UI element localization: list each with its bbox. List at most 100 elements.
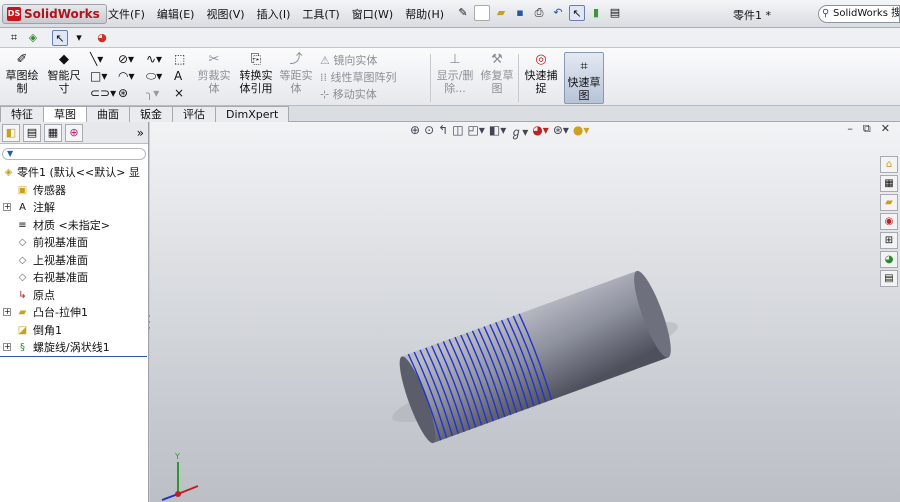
- quick-snaps-button[interactable]: ◎ 快速捕捉: [522, 52, 560, 95]
- menu-bar: 文件(F) 编辑(E) 视图(V) 插入(I) 工具(T) 窗口(W) 帮助(H…: [108, 6, 456, 22]
- arc-icon[interactable]: ◠▾: [118, 69, 135, 84]
- tree-item-sensors[interactable]: ▣ 传感器: [0, 182, 148, 200]
- relations-icon[interactable]: ◈: [25, 30, 41, 46]
- convert-entities-button[interactable]: ⎘ 转换实体引用: [236, 52, 276, 95]
- trim-label: 剪裁实体: [197, 69, 231, 95]
- linear-pattern-item[interactable]: ⁞⁞ 线性草图阵列: [320, 70, 397, 85]
- zoom-to-fit-icon[interactable]: ⊕: [410, 123, 420, 140]
- tree-item-origin[interactable]: ↳ 原点: [0, 287, 148, 305]
- edit-appearance-icon[interactable]: ◕▾: [532, 123, 549, 140]
- graphics-area[interactable]: ⊕ ⊙ ↰ ◫ ◰▾ ◧▾ ℊ▾ ◕▾ ⊛▾ ●▾ – ⧉ ✕ ⌂ ▦ ▰ ◉ …: [150, 122, 900, 502]
- ellipse-icon[interactable]: ⬭▾: [146, 69, 162, 84]
- trim-icon: ✂: [208, 52, 220, 67]
- search-results-icon[interactable]: ◉: [880, 213, 898, 230]
- appearances-icon[interactable]: ◕: [880, 251, 898, 268]
- quick-snap-icon: ◎: [535, 52, 547, 67]
- save-icon[interactable]: ▪: [512, 5, 528, 21]
- move-entities-item[interactable]: ⊹ 移动实体: [320, 87, 397, 102]
- polygon-icon[interactable]: ⊛: [118, 86, 135, 101]
- fillet-icon[interactable]: ╮▾: [146, 86, 162, 101]
- tree-item-helix[interactable]: + § 螺旋线/涡状线1: [0, 339, 147, 357]
- view-palette-icon[interactable]: ⊞: [880, 232, 898, 249]
- hide-show-items-icon[interactable]: ℊ▾: [510, 123, 528, 140]
- tree-root[interactable]: ◈ 零件1 (默认<<默认> 显: [0, 164, 148, 182]
- dropdown-icon[interactable]: ▾: [71, 30, 87, 46]
- appearance-icon[interactable]: ◕: [94, 30, 110, 46]
- rectangle-icon[interactable]: □▾: [90, 69, 116, 84]
- design-library-icon[interactable]: ▦: [880, 175, 898, 192]
- expand-toggle-icon[interactable]: +: [3, 203, 11, 211]
- restore-icon[interactable]: ⧉: [863, 122, 871, 136]
- tab-surfaces[interactable]: 曲面: [86, 106, 130, 122]
- circle-icon[interactable]: ⊘▾: [118, 52, 135, 67]
- display-style-icon[interactable]: ◧▾: [489, 123, 506, 140]
- undo-icon[interactable]: ↶: [550, 5, 566, 21]
- menu-edit[interactable]: 编辑(E): [157, 6, 195, 22]
- expand-toggle-icon[interactable]: +: [3, 343, 11, 351]
- configuration-manager-tab-icon[interactable]: ▦: [44, 123, 62, 142]
- tab-features[interactable]: 特征: [0, 106, 44, 122]
- view-settings-icon[interactable]: ●▾: [573, 123, 590, 140]
- apply-scene-icon[interactable]: ⊛▾: [553, 123, 569, 140]
- solidworks-logo[interactable]: DS SolidWorks: [2, 4, 107, 24]
- previous-view-icon[interactable]: ↰: [438, 123, 448, 140]
- slot-icon[interactable]: ⊂⊃▾: [90, 86, 116, 101]
- sketch-button[interactable]: ✐ 草图绘制: [4, 52, 40, 95]
- tree-item-material[interactable]: ≡ 材质 <未指定>: [0, 217, 148, 235]
- section-view-icon[interactable]: ◫: [452, 123, 463, 140]
- menu-view[interactable]: 视图(V): [206, 6, 244, 22]
- spline-icon[interactable]: ∿▾: [146, 52, 162, 67]
- zoom-area-icon[interactable]: ⊙: [424, 123, 434, 140]
- tree-item-label: 注解: [33, 201, 55, 214]
- property-manager-tab-icon[interactable]: ▤: [23, 123, 41, 142]
- expand-toggle-icon[interactable]: +: [3, 308, 11, 316]
- offset-entities-button[interactable]: ⤴ 等距实体: [276, 52, 316, 95]
- repair-sketch-button[interactable]: ⚒ 修复草图: [478, 52, 516, 95]
- custom-properties-icon[interactable]: ▤: [880, 270, 898, 287]
- tree-item-annotations[interactable]: + A 注解: [0, 199, 148, 217]
- view-orientation-icon[interactable]: ◰▾: [468, 123, 485, 140]
- tree-item-front-plane[interactable]: ◇ 前视基准面: [0, 234, 148, 252]
- options-icon[interactable]: ▤: [607, 5, 623, 21]
- resources-icon[interactable]: ⌂: [880, 156, 898, 173]
- menu-file[interactable]: 文件(F): [108, 6, 145, 22]
- open-folder-icon[interactable]: ▰: [493, 5, 509, 21]
- display-delete-relations-button[interactable]: ⊥ 显示/删除...: [436, 52, 474, 95]
- tab-evaluate[interactable]: 评估: [172, 106, 216, 122]
- select-arrow-icon[interactable]: ↖: [52, 30, 68, 46]
- pin-icon[interactable]: ✎: [455, 5, 471, 21]
- menu-window[interactable]: 窗口(W): [352, 6, 393, 22]
- minimize-icon[interactable]: –: [847, 122, 853, 136]
- tab-sketch[interactable]: 草图: [43, 106, 87, 122]
- print-icon[interactable]: ⎙: [531, 5, 547, 21]
- tree-filter-input[interactable]: ▼: [2, 148, 146, 160]
- cylinder-body: [399, 270, 671, 444]
- tree-item-extrude[interactable]: + ▰ 凸台-拉伸1: [0, 304, 148, 322]
- close-icon[interactable]: ✕: [881, 122, 890, 136]
- menu-help[interactable]: 帮助(H): [405, 6, 444, 22]
- smart-dimension-button[interactable]: ◆ 智能尺寸: [46, 52, 82, 95]
- feature-tree-tab-icon[interactable]: ◧: [2, 123, 20, 142]
- tree-item-top-plane[interactable]: ◇ 上视基准面: [0, 252, 148, 270]
- tree-item-right-plane[interactable]: ◇ 右视基准面: [0, 269, 148, 287]
- rapid-sketch-button[interactable]: ⌗ 快速草图: [564, 52, 604, 104]
- plane-icon[interactable]: ⬚: [174, 52, 185, 67]
- dimxpert-manager-tab-icon[interactable]: ⊕: [65, 123, 83, 142]
- search-input[interactable]: ⚲ SolidWorks 搜索: [818, 5, 900, 23]
- tab-sheet-metal[interactable]: 钣金: [129, 106, 173, 122]
- point-icon[interactable]: ×: [174, 86, 185, 101]
- rebuild-icon[interactable]: ▮: [588, 5, 604, 21]
- expand-panel-icon[interactable]: »: [137, 126, 144, 140]
- tab-dimxpert[interactable]: DimXpert: [215, 106, 290, 122]
- trim-entities-button[interactable]: ✂ 剪裁实体: [194, 52, 234, 95]
- tree-item-chamfer[interactable]: ◪ 倒角1: [0, 322, 148, 340]
- menu-insert[interactable]: 插入(I): [257, 6, 291, 22]
- select-icon[interactable]: ↖: [569, 5, 585, 21]
- sketch-toggle-icon[interactable]: ⌗: [6, 30, 22, 46]
- file-explorer-icon[interactable]: ▰: [880, 194, 898, 211]
- line-icon[interactable]: ╲▾: [90, 52, 116, 67]
- new-document-icon[interactable]: [474, 5, 490, 21]
- menu-tools[interactable]: 工具(T): [302, 6, 339, 22]
- text-icon[interactable]: A: [174, 69, 185, 84]
- mirror-entities-item[interactable]: ⚠ 镜向实体: [320, 53, 397, 68]
